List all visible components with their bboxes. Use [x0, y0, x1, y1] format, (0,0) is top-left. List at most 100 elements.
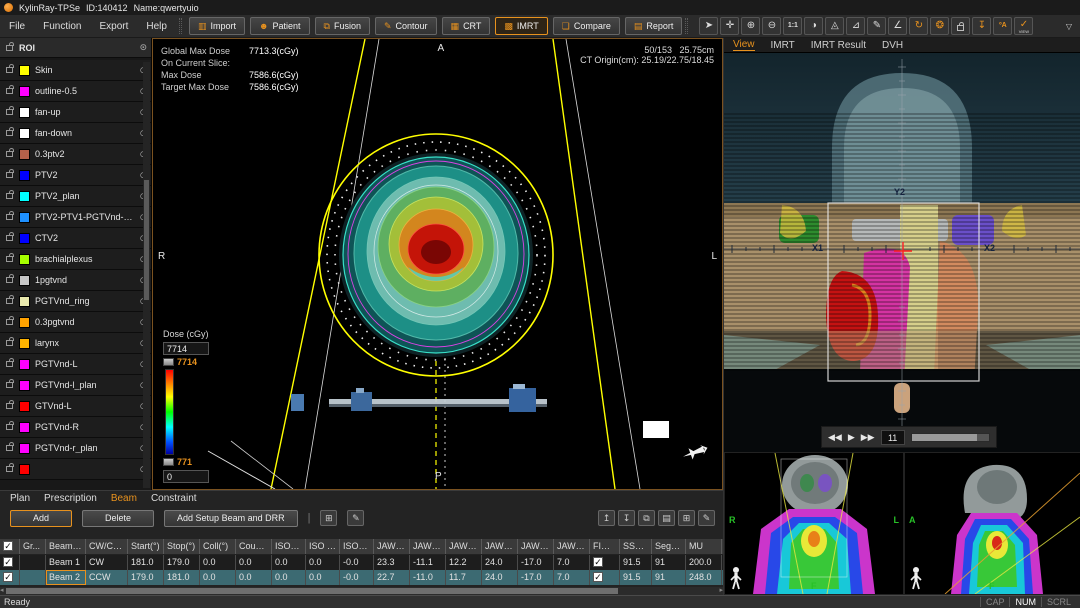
toolbar-compare-button[interactable]: ❏Compare — [553, 17, 620, 35]
beam-row-beam-2[interactable]: ✓Beam 2CCW179.0181.00.00.00.00.0-0.022.7… — [0, 570, 723, 585]
row-checkbox[interactable]: ✓ — [0, 555, 20, 570]
segment-cell[interactable]: 91 — [652, 570, 686, 585]
value-cell[interactable]: CCW — [86, 570, 128, 585]
angle-icon[interactable]: ∠ — [888, 17, 907, 35]
roi-color-swatch[interactable] — [19, 275, 30, 286]
value-cell[interactable]: -11.0 — [410, 570, 446, 585]
bev-3d-viewport[interactable]: X1 X2 Y2 ◀◀ ▶ ▶▶ 11 — [724, 53, 1080, 452]
gantry-icon[interactable]: ❂ — [930, 17, 949, 35]
value-cell[interactable]: 11.7 — [446, 570, 482, 585]
zoom-out-icon[interactable]: ⊖ — [762, 17, 781, 35]
roi-color-swatch[interactable] — [19, 317, 30, 328]
copy-beam-icon[interactable]: ⊞ — [320, 510, 337, 526]
roi-color-swatch[interactable] — [19, 107, 30, 118]
roi-row-pgtvnd-l[interactable]: PGTVnd-L⊙ — [0, 354, 151, 375]
segment-index-value[interactable]: 11 — [881, 430, 905, 445]
lock-icon[interactable] — [6, 466, 13, 472]
pan-icon[interactable]: ✛ — [720, 17, 739, 35]
lock-icon[interactable] — [6, 67, 13, 73]
roi-row-skin[interactable]: Skin⊙ — [0, 60, 151, 81]
fixed-checkbox[interactable]: ✓ — [590, 555, 620, 570]
lock-icon[interactable] — [6, 361, 13, 367]
roi-row-1pgtvnd[interactable]: 1pgtvnd⊙ — [0, 270, 151, 291]
window-level-icon[interactable]: ◬ — [825, 17, 844, 35]
beam-tab-beam[interactable]: Beam — [111, 493, 137, 504]
dose-max-input[interactable]: 7714 — [163, 342, 209, 355]
scroll-right-icon[interactable]: ▸ — [719, 587, 723, 595]
menu-file[interactable]: File — [0, 21, 34, 32]
value-cell[interactable]: 23.3 — [374, 555, 410, 570]
roi-row-pgtvnd-ring[interactable]: PGTVnd_ring⊙ — [0, 291, 151, 312]
col-coll[interactable]: Coll(°) — [200, 539, 236, 554]
value-cell[interactable]: 7.0 — [554, 570, 590, 585]
value-cell[interactable]: -17.0 — [518, 570, 554, 585]
roi-color-swatch[interactable] — [19, 149, 30, 160]
pointer-icon[interactable]: ➤ — [699, 17, 718, 35]
right-tab-imrt[interactable]: IMRT — [771, 40, 795, 51]
add-setup-beam-drr-button[interactable]: Add Setup Beam and DRR — [164, 510, 298, 527]
value-cell[interactable]: 24.0 — [482, 570, 518, 585]
right-tab-dvh[interactable]: DVH — [882, 40, 903, 51]
value-cell[interactable]: 12.2 — [446, 555, 482, 570]
lock-icon[interactable] — [6, 235, 13, 241]
value-cell[interactable]: 0.0 — [306, 570, 340, 585]
roi-color-swatch[interactable] — [19, 464, 30, 475]
view-check-icon[interactable]: ✓VIEW — [1014, 17, 1033, 35]
play-button[interactable]: ▶ — [848, 433, 855, 442]
toolbar-report-button[interactable]: ▤Report — [625, 17, 683, 35]
roi-color-swatch[interactable] — [19, 86, 30, 97]
export-up-icon[interactable]: ↥ — [598, 510, 615, 526]
value-cell[interactable]: 0.0 — [236, 555, 272, 570]
lock-icon[interactable] — [6, 445, 13, 451]
dose-max-handle[interactable] — [163, 358, 174, 366]
col-mu[interactable]: MU — [686, 539, 722, 554]
rewind-button[interactable]: ◀◀ — [828, 433, 842, 442]
ssd-cell[interactable]: 91.5 — [620, 570, 652, 585]
col-jaw-y-c[interactable]: JAW Y[c... — [482, 539, 518, 554]
roi-row-pgtvnd-r[interactable]: PGTVnd-R⊙ — [0, 417, 151, 438]
roi-row-gtvnd-l[interactable]: GTVnd-L⊙ — [0, 396, 151, 417]
measure-icon[interactable]: ✎ — [867, 17, 886, 35]
col-iso-x-c[interactable]: ISO X[c... — [272, 539, 306, 554]
roi-color-swatch[interactable] — [19, 338, 30, 349]
roi-row-brachialplexus[interactable]: brachialplexus⊙ — [0, 249, 151, 270]
value-cell[interactable]: 22.7 — [374, 570, 410, 585]
profile-icon[interactable]: ⊿ — [846, 17, 865, 35]
value-cell[interactable]: 0.0 — [236, 570, 272, 585]
value-cell[interactable]: CW — [86, 555, 128, 570]
roi-row-larynx[interactable]: larynx⊙ — [0, 333, 151, 354]
value-cell[interactable]: -11.1 — [410, 555, 446, 570]
add-beam-button[interactable]: Add — [10, 510, 72, 527]
row-checkbox[interactable]: ✓ — [0, 570, 20, 585]
col-ssd-cm[interactable]: SSD [cm] — [620, 539, 652, 554]
ssd-cell[interactable]: 91.5 — [620, 555, 652, 570]
right-tab-imrt-result[interactable]: IMRT Result — [811, 40, 866, 51]
lock-icon[interactable] — [6, 88, 13, 94]
rotate-icon[interactable]: ↻ — [909, 17, 928, 35]
beam-tab-plan[interactable]: Plan — [10, 493, 30, 504]
beam-tab-prescription[interactable]: Prescription — [44, 493, 97, 504]
roi-color-swatch[interactable] — [19, 296, 30, 307]
roi-row[interactable]: ⊙ — [0, 459, 151, 480]
roi-color-swatch[interactable] — [19, 359, 30, 370]
roi-color-swatch[interactable] — [19, 443, 30, 454]
col-gr[interactable]: Gr... — [20, 539, 46, 554]
roi-color-swatch[interactable] — [19, 65, 30, 76]
lock-icon[interactable] — [6, 130, 13, 136]
col-stop[interactable]: Stop(°) — [164, 539, 200, 554]
lock-icon[interactable] — [6, 382, 13, 388]
forward-button[interactable]: ▶▶ — [861, 433, 875, 442]
actual-size-icon[interactable]: 1:1 — [783, 17, 802, 35]
dose-low-handle[interactable] — [163, 458, 174, 466]
value-cell[interactable]: 0.0 — [200, 555, 236, 570]
coronal-dose-viewport[interactable]: R L F — [724, 452, 904, 595]
segment-slider[interactable] — [911, 433, 990, 442]
roi-color-swatch[interactable] — [19, 191, 30, 202]
col-beam-id[interactable]: Beam ID — [46, 539, 86, 554]
value-cell[interactable]: 0.0 — [200, 570, 236, 585]
auto-text-icon[interactable]: ºA — [993, 17, 1012, 35]
edit-table-icon[interactable]: ✎ — [698, 510, 715, 526]
lock-icon[interactable] — [6, 214, 13, 220]
lock-icon[interactable] — [6, 256, 13, 262]
roi-row-ptv2-plan[interactable]: PTV2_plan⊙ — [0, 186, 151, 207]
